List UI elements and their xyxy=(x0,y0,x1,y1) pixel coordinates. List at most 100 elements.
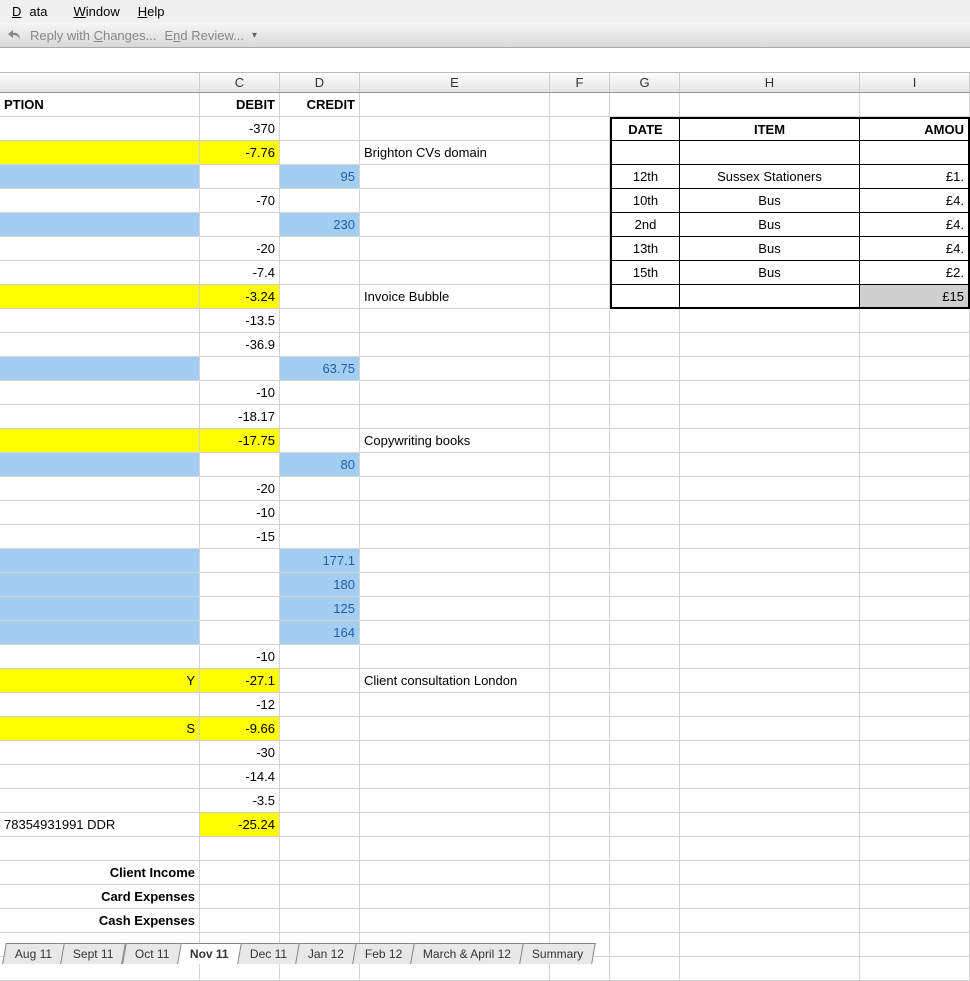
cell[interactable] xyxy=(610,717,680,741)
cell[interactable]: 13th xyxy=(610,237,680,261)
cell[interactable]: 10th xyxy=(610,189,680,213)
cell[interactable] xyxy=(610,885,680,909)
cell[interactable]: 180 xyxy=(280,573,360,597)
cell[interactable] xyxy=(280,645,360,669)
cell[interactable]: Y xyxy=(0,669,200,693)
cell[interactable] xyxy=(550,885,610,909)
cell[interactable] xyxy=(550,405,610,429)
col-header-a[interactable] xyxy=(0,73,200,92)
cell[interactable] xyxy=(0,261,200,285)
cell[interactable] xyxy=(280,693,360,717)
side-table-head-item[interactable]: ITEM xyxy=(680,117,860,141)
cell[interactable] xyxy=(860,861,970,885)
cell[interactable] xyxy=(860,141,970,165)
cell[interactable] xyxy=(550,813,610,837)
cell[interactable] xyxy=(680,861,860,885)
cell[interactable] xyxy=(680,525,860,549)
cell[interactable]: -7.76 xyxy=(200,141,280,165)
cell[interactable] xyxy=(610,597,680,621)
cell[interactable] xyxy=(610,477,680,501)
cell[interactable] xyxy=(0,765,200,789)
cell[interactable] xyxy=(0,549,200,573)
cell[interactable] xyxy=(680,477,860,501)
cell[interactable] xyxy=(200,837,280,861)
cell[interactable] xyxy=(280,789,360,813)
cell[interactable] xyxy=(550,141,610,165)
cell[interactable] xyxy=(0,645,200,669)
cell[interactable] xyxy=(360,549,550,573)
cell[interactable] xyxy=(0,357,200,381)
cell[interactable] xyxy=(680,669,860,693)
cell[interactable] xyxy=(550,261,610,285)
cell[interactable] xyxy=(610,621,680,645)
cell[interactable] xyxy=(860,933,970,957)
cell[interactable] xyxy=(860,909,970,933)
cell[interactable] xyxy=(360,789,550,813)
cell[interactable] xyxy=(610,525,680,549)
cell[interactable] xyxy=(0,117,200,141)
cell[interactable] xyxy=(860,573,970,597)
cell[interactable]: -10 xyxy=(200,645,280,669)
cell[interactable] xyxy=(680,141,860,165)
cell[interactable] xyxy=(550,189,610,213)
cell[interactable] xyxy=(680,405,860,429)
cell[interactable] xyxy=(550,165,610,189)
cell[interactable] xyxy=(550,789,610,813)
cell[interactable] xyxy=(0,693,200,717)
cell[interactable] xyxy=(360,861,550,885)
cell[interactable] xyxy=(280,237,360,261)
cell[interactable] xyxy=(610,405,680,429)
cell[interactable]: 80 xyxy=(280,453,360,477)
cell[interactable] xyxy=(610,309,680,333)
cell[interactable] xyxy=(680,789,860,813)
cell[interactable] xyxy=(680,957,860,981)
cell[interactable]: Bus xyxy=(680,189,860,213)
cell[interactable] xyxy=(680,837,860,861)
cell[interactable] xyxy=(200,885,280,909)
cell[interactable] xyxy=(200,621,280,645)
summary-cash_expenses[interactable]: Cash Expenses xyxy=(0,909,200,933)
cell[interactable]: Brighton CVs domain xyxy=(360,141,550,165)
cell[interactable]: 15th xyxy=(610,261,680,285)
cell[interactable] xyxy=(610,909,680,933)
cell[interactable] xyxy=(200,213,280,237)
cell[interactable]: -14.4 xyxy=(200,765,280,789)
cell[interactable] xyxy=(360,333,550,357)
cell[interactable] xyxy=(680,429,860,453)
col-header-e[interactable]: E xyxy=(360,73,550,92)
header-debit[interactable]: DEBIT xyxy=(200,93,280,117)
cell[interactable]: -13.5 xyxy=(200,309,280,333)
cell[interactable] xyxy=(680,453,860,477)
cell[interactable] xyxy=(680,765,860,789)
cell[interactable] xyxy=(360,189,550,213)
sheet-tab[interactable]: Feb 12 xyxy=(352,943,415,964)
cell[interactable]: -10 xyxy=(200,501,280,525)
cell[interactable] xyxy=(0,621,200,645)
cell[interactable] xyxy=(0,165,200,189)
cell[interactable]: -9.66 xyxy=(200,717,280,741)
cell[interactable] xyxy=(360,621,550,645)
summary-card_expenses[interactable]: Card Expenses xyxy=(0,885,200,909)
cell[interactable] xyxy=(860,789,970,813)
cell[interactable] xyxy=(360,765,550,789)
cell[interactable] xyxy=(680,885,860,909)
cell[interactable] xyxy=(280,477,360,501)
sheet-tab[interactable]: Jan 12 xyxy=(295,943,357,964)
cell[interactable] xyxy=(550,117,610,141)
col-header-h[interactable]: H xyxy=(680,73,860,92)
reply-with-changes[interactable]: Reply with Changes... xyxy=(30,28,156,43)
cell[interactable]: 177.1 xyxy=(280,549,360,573)
cell[interactable] xyxy=(360,597,550,621)
cell[interactable] xyxy=(200,549,280,573)
cell[interactable] xyxy=(360,717,550,741)
cell[interactable] xyxy=(860,957,970,981)
cell[interactable] xyxy=(280,405,360,429)
cell[interactable] xyxy=(860,381,970,405)
cell[interactable] xyxy=(360,813,550,837)
cell[interactable] xyxy=(680,741,860,765)
cell[interactable] xyxy=(860,549,970,573)
cell[interactable] xyxy=(680,693,860,717)
cell[interactable] xyxy=(0,573,200,597)
cell[interactable] xyxy=(280,885,360,909)
cell[interactable]: Sussex Stationers xyxy=(680,165,860,189)
